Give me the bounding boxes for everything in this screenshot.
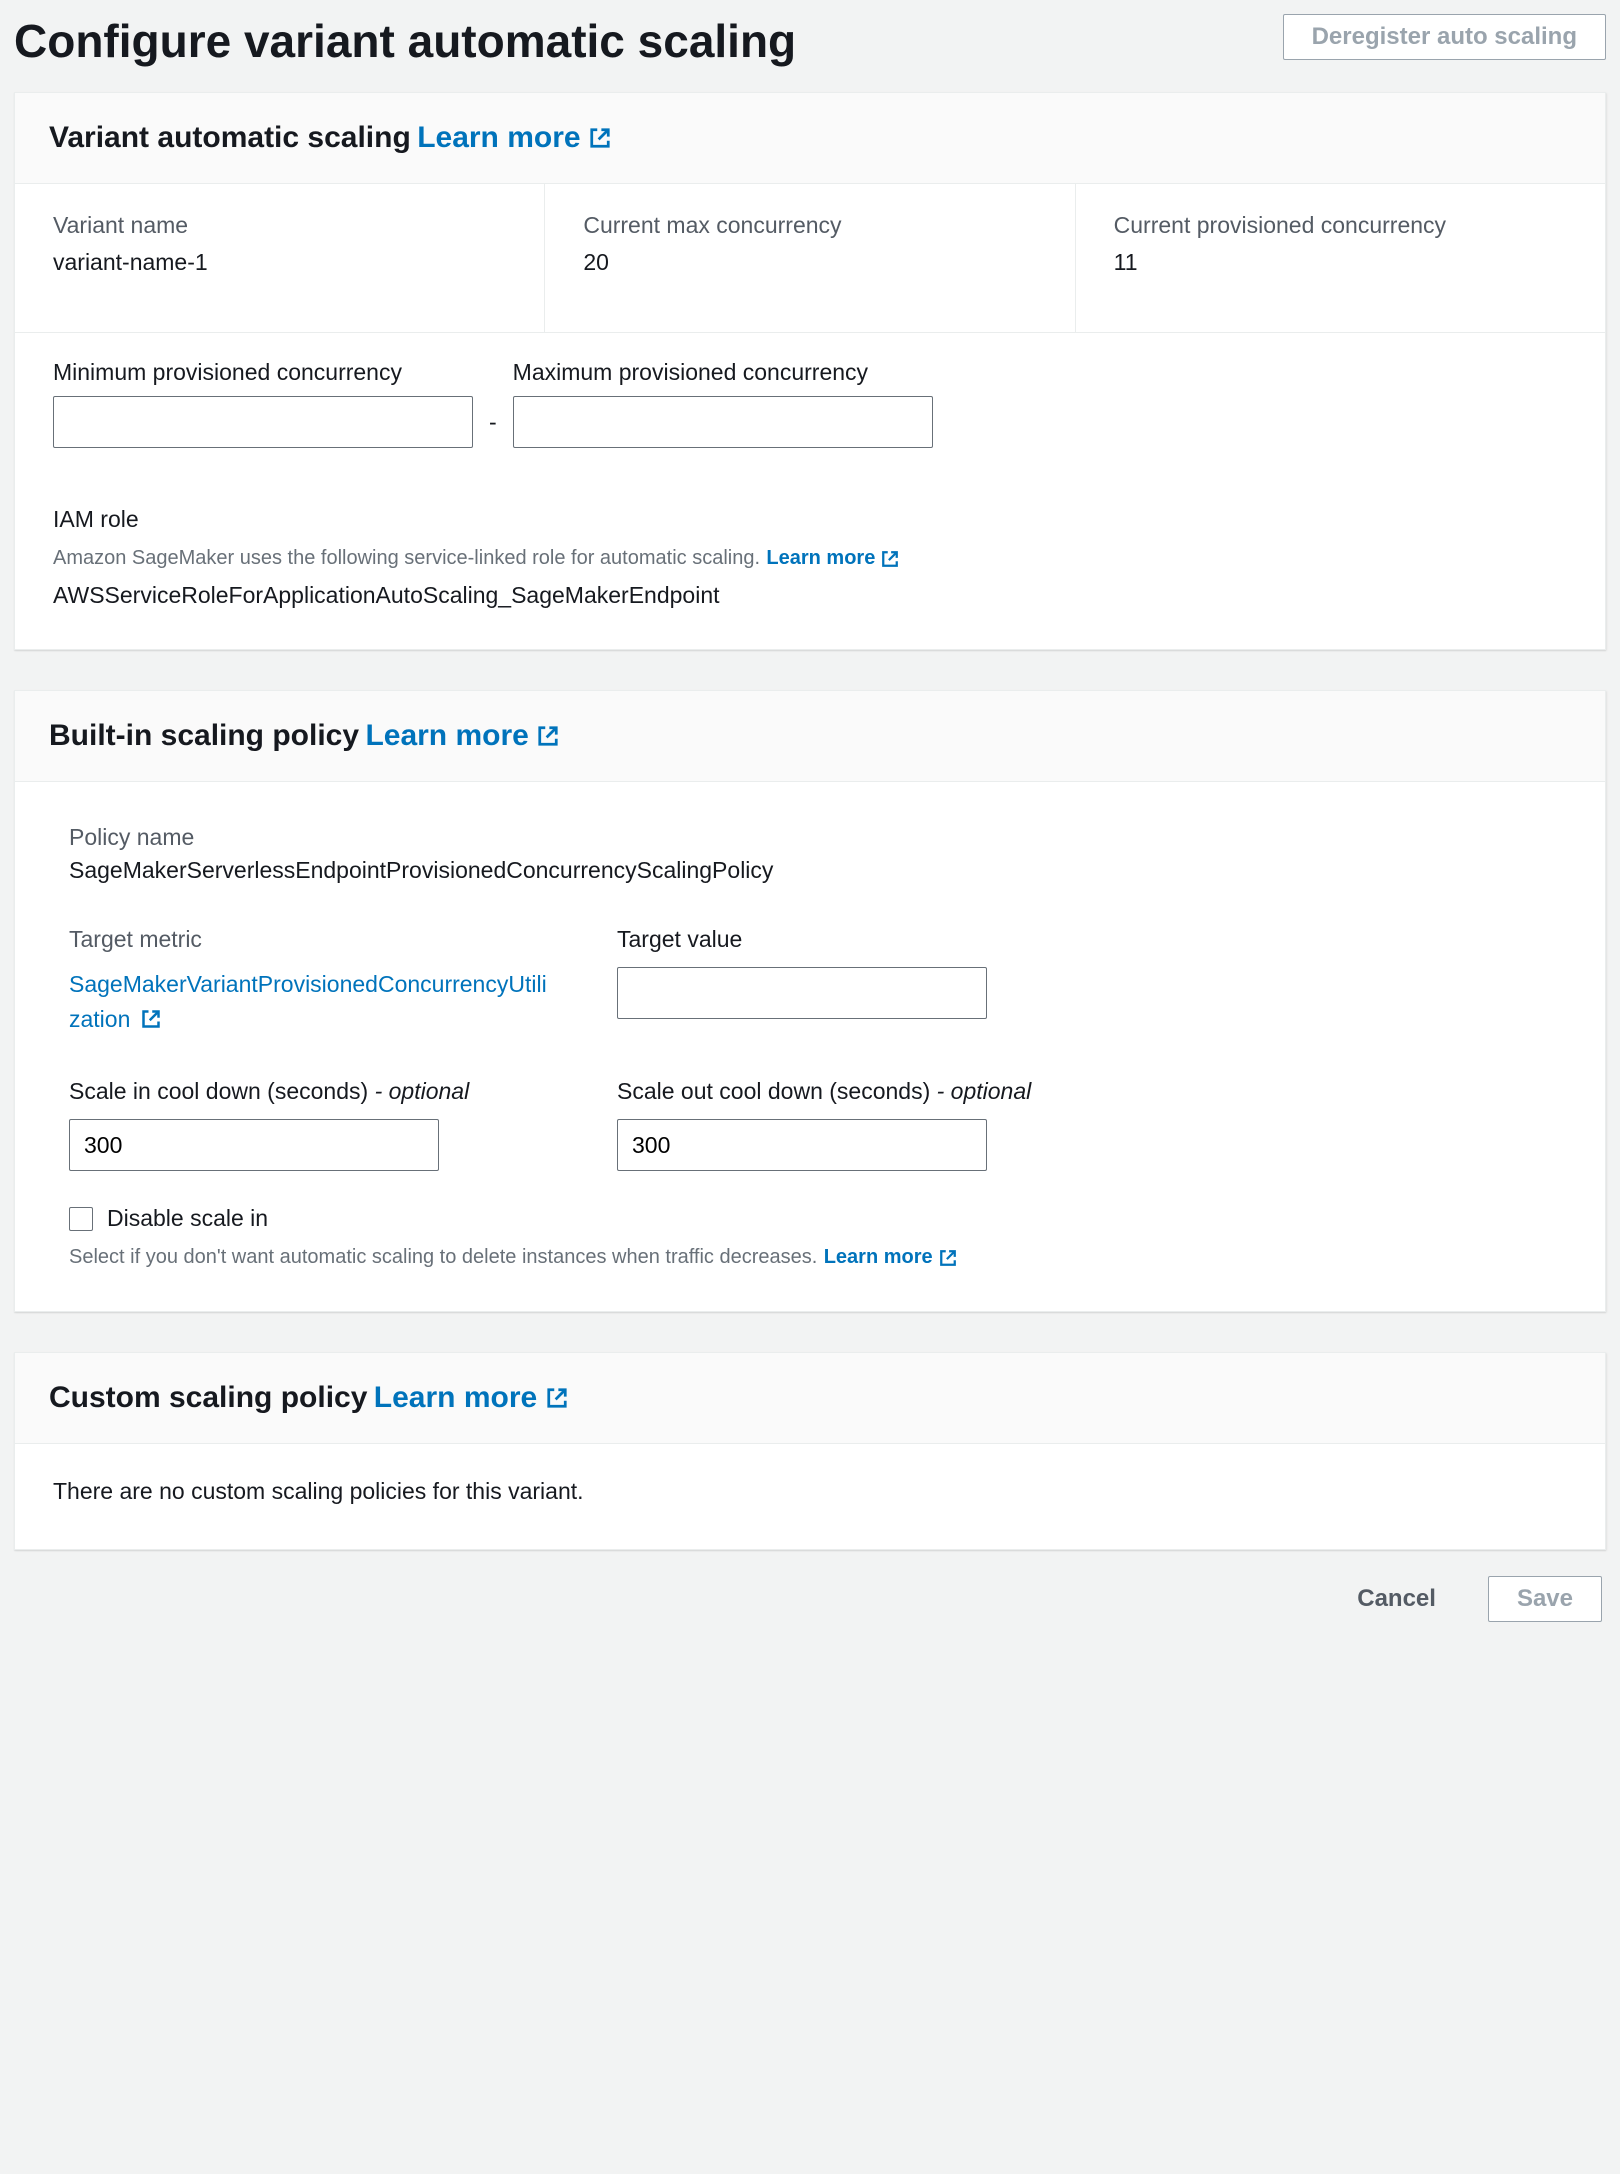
iam-hint-row: Amazon SageMaker uses the following serv… <box>53 543 1567 570</box>
variant-name-cell: Variant name variant-name-1 <box>15 184 545 332</box>
scale-in-input[interactable] <box>69 1119 439 1171</box>
variant-panel-title: Variant automatic scaling <box>49 121 411 154</box>
custom-panel-header: Custom scaling policy Learn more <box>15 1353 1605 1444</box>
learn-more-label: Learn more <box>374 1381 537 1414</box>
current-prov-cell: Current provisioned concurrency 11 <box>1076 184 1605 332</box>
deregister-auto-scaling-button[interactable]: Deregister auto scaling <box>1283 14 1606 60</box>
cooldown-row: Scale in cool down (seconds) - optional … <box>69 1078 1551 1171</box>
builtin-panel-header: Built-in scaling policy Learn more <box>15 691 1605 782</box>
variant-info-row: Variant name variant-name-1 Current max … <box>15 184 1605 333</box>
scale-out-label: Scale out cool down (seconds) - optional <box>617 1078 1031 1105</box>
target-value-block: Target value <box>617 926 987 1036</box>
current-prov-value: 11 <box>1114 249 1567 276</box>
scale-in-label: Scale in cool down (seconds) - optional <box>69 1078 569 1105</box>
footer-actions: Cancel Save <box>14 1570 1606 1628</box>
learn-more-label: Learn more <box>824 1246 933 1269</box>
target-metric-label: Target metric <box>69 926 569 953</box>
min-concurrency-label: Minimum provisioned concurrency <box>53 359 473 386</box>
builtin-panel-title: Built-in scaling policy <box>49 719 359 752</box>
external-link-icon <box>546 1387 568 1409</box>
scale-out-label-text: Scale out cool down (seconds) <box>617 1078 930 1104</box>
cancel-button[interactable]: Cancel <box>1329 1577 1464 1621</box>
variant-name-label: Variant name <box>53 212 506 239</box>
disable-learn-more-link[interactable]: Learn more <box>824 1246 957 1269</box>
disable-hint-row: Select if you don't want automatic scali… <box>69 1242 1551 1269</box>
variant-panel-body: Minimum provisioned concurrency - Maximu… <box>15 333 1605 649</box>
builtin-policy-panel: Built-in scaling policy Learn more Polic… <box>14 690 1606 1312</box>
target-value-label: Target value <box>617 926 987 953</box>
disable-scale-in-row: Disable scale in <box>69 1205 1551 1232</box>
custom-policy-panel: Custom scaling policy Learn more There a… <box>14 1352 1606 1550</box>
policy-name-value: SageMakerServerlessEndpointProvisionedCo… <box>69 857 1551 884</box>
target-row: Target metric SageMakerVariantProvisione… <box>69 926 1551 1036</box>
max-concurrency-group: Maximum provisioned concurrency <box>513 359 933 448</box>
current-max-label: Current max concurrency <box>583 212 1036 239</box>
variant-learn-more-link[interactable]: Learn more <box>417 121 611 154</box>
scale-in-block: Scale in cool down (seconds) - optional <box>69 1078 569 1171</box>
external-link-icon <box>881 550 899 568</box>
iam-role-label: IAM role <box>53 506 1567 533</box>
min-concurrency-input[interactable] <box>53 396 473 448</box>
range-dash: - <box>489 409 497 448</box>
min-concurrency-group: Minimum provisioned concurrency <box>53 359 473 448</box>
target-metric-link[interactable]: SageMakerVariantProvisionedConcurrencyUt… <box>69 971 547 1032</box>
target-metric-block: Target metric SageMakerVariantProvisione… <box>69 926 569 1036</box>
concurrency-range-row: Minimum provisioned concurrency - Maximu… <box>53 359 1567 448</box>
policy-name-label: Policy name <box>69 824 1551 851</box>
variant-panel-header: Variant automatic scaling Learn more <box>15 93 1605 184</box>
iam-section: IAM role Amazon SageMaker uses the follo… <box>53 506 1567 609</box>
variant-scaling-panel: Variant automatic scaling Learn more Var… <box>14 92 1606 650</box>
iam-learn-more-link[interactable]: Learn more <box>766 547 899 570</box>
target-value-input[interactable] <box>617 967 987 1019</box>
disable-scale-in-label: Disable scale in <box>107 1205 268 1232</box>
disable-scale-in-checkbox[interactable] <box>69 1207 93 1231</box>
scale-out-input[interactable] <box>617 1119 987 1171</box>
learn-more-label: Learn more <box>766 547 875 570</box>
disable-scale-in-hint: Select if you don't want automatic scali… <box>69 1246 817 1268</box>
iam-role-hint: Amazon SageMaker uses the following serv… <box>53 547 760 569</box>
external-link-icon <box>939 1249 957 1267</box>
optional-suffix: - optional <box>375 1078 470 1104</box>
builtin-learn-more-link[interactable]: Learn more <box>365 719 559 752</box>
max-concurrency-label: Maximum provisioned concurrency <box>513 359 933 386</box>
policy-name-block: Policy name SageMakerServerlessEndpointP… <box>69 824 1551 884</box>
scale-in-label-text: Scale in cool down (seconds) <box>69 1078 368 1104</box>
current-max-cell: Current max concurrency 20 <box>545 184 1075 332</box>
custom-panel-title: Custom scaling policy <box>49 1381 367 1414</box>
builtin-panel-body: Policy name SageMakerServerlessEndpointP… <box>15 782 1605 1311</box>
iam-role-value: AWSServiceRoleForApplicationAutoScaling_… <box>53 582 1567 609</box>
learn-more-label: Learn more <box>417 121 580 154</box>
current-max-value: 20 <box>583 249 1036 276</box>
page-title: Configure variant automatic scaling <box>14 14 796 68</box>
current-prov-label: Current provisioned concurrency <box>1114 212 1567 239</box>
learn-more-label: Learn more <box>365 719 528 752</box>
save-button[interactable]: Save <box>1488 1576 1602 1622</box>
custom-empty-message: There are no custom scaling policies for… <box>15 1444 1605 1549</box>
external-link-icon <box>589 127 611 149</box>
optional-suffix: - optional <box>937 1078 1032 1104</box>
external-link-icon <box>141 1009 161 1029</box>
external-link-icon <box>537 725 559 747</box>
scale-out-block: Scale out cool down (seconds) - optional <box>617 1078 1031 1171</box>
max-concurrency-input[interactable] <box>513 396 933 448</box>
variant-name-value: variant-name-1 <box>53 249 506 276</box>
custom-learn-more-link[interactable]: Learn more <box>374 1381 568 1414</box>
